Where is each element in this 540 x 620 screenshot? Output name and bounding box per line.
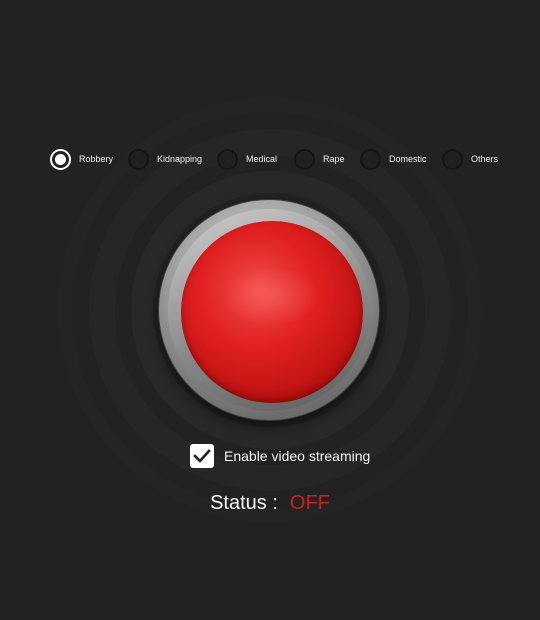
radio-option-domestic[interactable]: Domestic xyxy=(360,145,427,173)
radio-label-rape: Rape xyxy=(323,154,345,164)
radio-button-domestic[interactable] xyxy=(360,148,381,170)
radio-label-domestic: Domestic xyxy=(389,154,427,164)
status-value: OFF xyxy=(289,492,330,514)
radio-label-others: Others xyxy=(471,154,499,164)
category-radio-group: Robbery Kidnapping Medical Rape Domestic… xyxy=(0,145,540,173)
panic-button-highlight xyxy=(221,266,321,326)
panic-button[interactable] xyxy=(159,200,379,420)
radio-option-medical[interactable]: Medical xyxy=(217,145,277,173)
panic-button-face xyxy=(181,221,363,403)
video-streaming-label: Enable video streaming xyxy=(224,448,371,464)
video-streaming-checkbox[interactable] xyxy=(190,444,214,468)
radio-option-others[interactable]: Others xyxy=(442,145,498,173)
radio-option-rape[interactable]: Rape xyxy=(294,145,345,173)
radio-button-rape[interactable] xyxy=(294,148,315,170)
radio-button-kidnapping[interactable] xyxy=(128,148,149,170)
radio-button-robbery[interactable] xyxy=(50,148,71,170)
radio-label-kidnapping: Kidnapping xyxy=(157,154,203,164)
radio-label-medical: Medical xyxy=(246,154,278,164)
status-row: Status : OFF xyxy=(0,492,540,515)
radio-label-robbery: Robbery xyxy=(79,154,114,164)
radio-option-kidnapping[interactable]: Kidnapping xyxy=(128,145,202,173)
checkmark-icon xyxy=(193,449,211,463)
radio-option-robbery[interactable]: Robbery xyxy=(50,145,113,173)
panic-screen: Robbery Kidnapping Medical Rape Domestic… xyxy=(0,0,540,620)
status-label: Status : xyxy=(210,492,278,514)
panic-button-bezel xyxy=(168,209,370,411)
video-streaming-toggle[interactable]: Enable video streaming xyxy=(190,444,370,468)
radio-button-medical[interactable] xyxy=(217,148,238,170)
radio-button-others[interactable] xyxy=(442,148,463,170)
